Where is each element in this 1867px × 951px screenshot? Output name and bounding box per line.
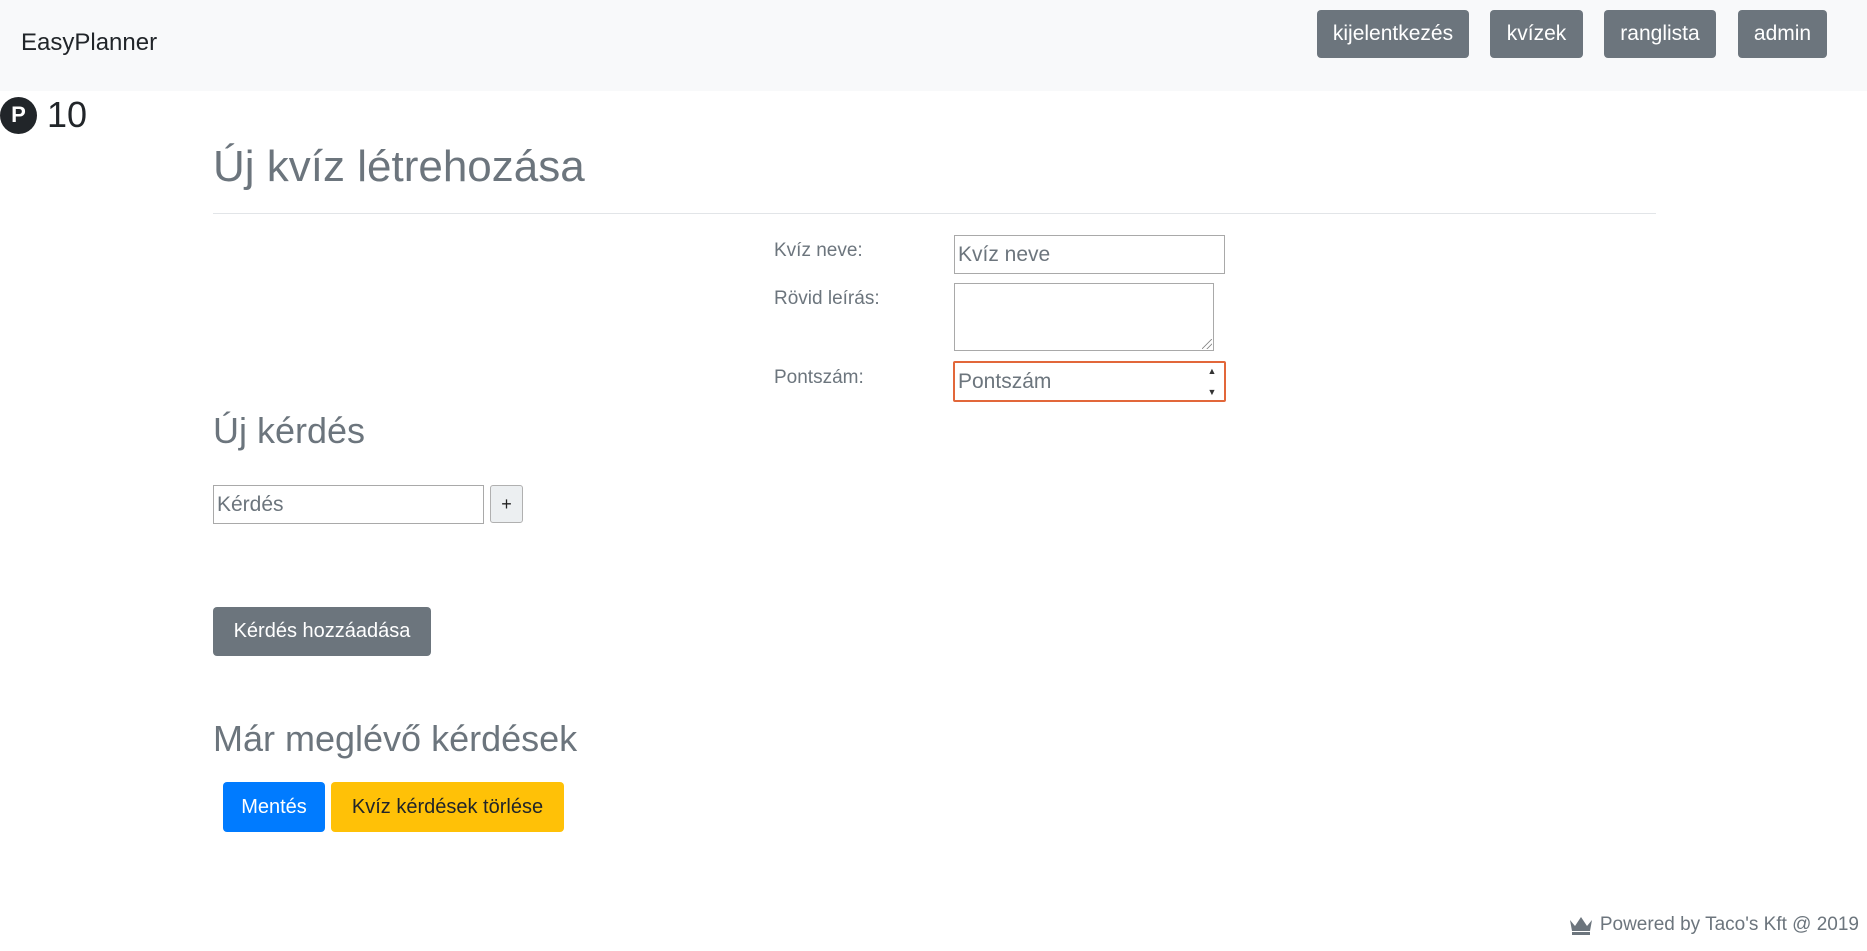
points-value: 10 <box>47 94 88 135</box>
score-placeholder: Pontszám <box>958 369 1052 393</box>
quiz-name-placeholder: Kvíz neve <box>958 242 1051 266</box>
crown-icon <box>1569 917 1592 935</box>
score-input[interactable]: Pontszám ▲ ▼ <box>953 361 1226 402</box>
footer-text: Powered by Taco's Kft @ 2019 <box>1599 914 1859 935</box>
footer: Powered by Taco's Kft @ 2019 <box>1568 914 1859 936</box>
points-display: P 10 <box>0 94 87 136</box>
logout-button[interactable]: kijelentkezés <box>1317 10 1469 58</box>
description-label: Rövid leírás: <box>774 288 880 309</box>
quiz-name-input[interactable]: Kvíz neve <box>954 235 1225 274</box>
description-textarea[interactable] <box>954 283 1214 351</box>
navbar: EasyPlanner kijelentkezés kvízek ranglis… <box>0 0 1867 91</box>
points-icon: P <box>0 96 37 134</box>
page-title: Új kvíz létrehozása <box>213 142 585 191</box>
question-placeholder: Kérdés <box>217 492 284 516</box>
existing-questions-heading: Már meglévő kérdések <box>213 718 578 759</box>
leaderboard-button[interactable]: ranglista <box>1604 10 1716 58</box>
new-question-heading: Új kérdés <box>213 410 366 451</box>
admin-button[interactable]: admin <box>1738 10 1827 58</box>
quiz-name-label: Kvíz neve: <box>774 240 863 261</box>
add-question-button[interactable]: Kérdés hozzáadása <box>213 607 431 656</box>
score-label: Pontszám: <box>774 367 864 388</box>
divider <box>213 213 1656 214</box>
delete-questions-button[interactable]: Kvíz kérdések törlése <box>331 782 564 832</box>
save-button[interactable]: Mentés <box>223 782 325 832</box>
spinner-icon[interactable]: ▲ ▼ <box>1206 367 1218 397</box>
quizzes-button[interactable]: kvízek <box>1490 10 1583 58</box>
question-input[interactable]: Kérdés <box>213 485 484 524</box>
resize-grip-icon[interactable] <box>1202 339 1212 349</box>
add-answer-button[interactable]: + <box>490 485 523 523</box>
brand-link[interactable]: EasyPlanner <box>21 29 157 57</box>
